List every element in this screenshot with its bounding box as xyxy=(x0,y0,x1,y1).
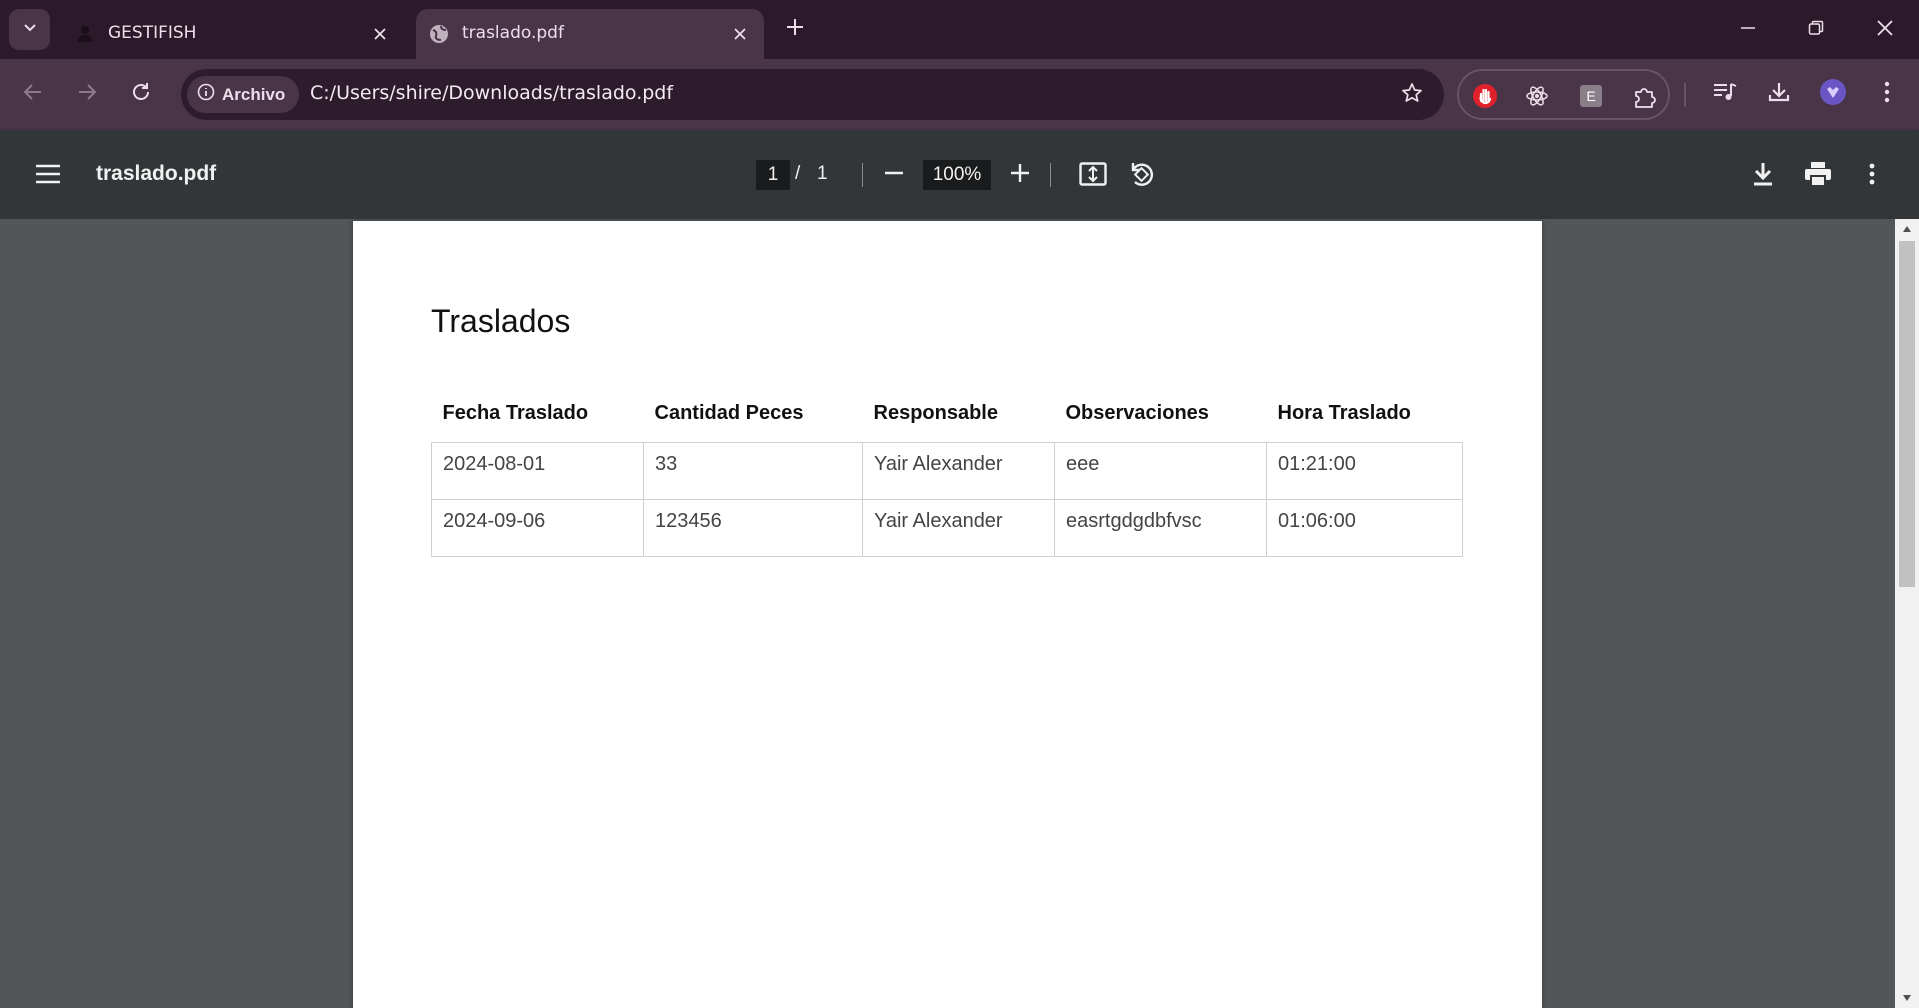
restore-button[interactable] xyxy=(1794,12,1838,48)
reload-button[interactable] xyxy=(124,77,158,111)
toolbar-divider xyxy=(1050,163,1051,187)
pdf-page: Traslados Fecha Traslado Cantidad Peces … xyxy=(353,221,1542,1008)
site-chip-label: Archivo xyxy=(222,84,286,104)
minimize-button[interactable] xyxy=(1726,12,1770,48)
tab-title: traslado.pdf xyxy=(462,23,564,43)
kebab-menu-icon xyxy=(1868,163,1876,190)
arrow-right-icon xyxy=(76,81,98,108)
download-icon xyxy=(1751,161,1775,192)
pdf-toolbar: traslado.pdf 1 / 1 100% xyxy=(0,130,1919,219)
stop-hand-icon[interactable] xyxy=(1471,82,1499,110)
table-cell: 123456 xyxy=(643,498,863,557)
scroll-up-arrow-icon[interactable] xyxy=(1895,219,1919,239)
pdf-sidebar-toggle[interactable] xyxy=(31,159,65,193)
table-cell: 2024-08-01 xyxy=(431,441,644,500)
table-row: 2024-08-01 33 Yair Alexander eee 01:21:0… xyxy=(431,441,1463,500)
browser-toolbar: Archivo C:/Users/shire/Downloads/traslad… xyxy=(0,59,1919,130)
close-icon xyxy=(1876,19,1894,42)
star-icon xyxy=(1401,82,1423,109)
downloads-button[interactable] xyxy=(1762,77,1796,111)
table-cell: Yair Alexander xyxy=(862,441,1055,500)
info-icon xyxy=(197,83,215,106)
url-text[interactable]: C:/Users/shire/Downloads/traslado.pdf xyxy=(310,82,673,104)
column-header: Cantidad Peces xyxy=(654,401,804,424)
toolbar-separator xyxy=(1684,83,1686,107)
restore-icon xyxy=(1808,20,1824,41)
traslados-table: Fecha Traslado Cantidad Peces Responsabl… xyxy=(431,385,1463,557)
media-control-button[interactable] xyxy=(1708,77,1742,111)
table-cell: 2024-09-06 xyxy=(431,498,644,557)
forward-button[interactable] xyxy=(70,77,104,111)
page-number-input[interactable]: 1 xyxy=(756,160,790,190)
rotate-button[interactable] xyxy=(1123,158,1159,194)
zoom-out-button[interactable] xyxy=(877,158,911,192)
site-info-chip[interactable]: Archivo xyxy=(187,76,299,113)
bookmark-button[interactable] xyxy=(1398,81,1426,109)
table-row: 2024-09-06 123456 Yair Alexander easrtgd… xyxy=(431,498,1463,557)
tab-strip: GESTIFISH traslado.pdf xyxy=(0,0,1919,59)
scroll-down-arrow-icon[interactable] xyxy=(1895,988,1919,1008)
minus-icon xyxy=(884,163,904,188)
tab-title: GESTIFISH xyxy=(108,23,197,43)
fit-to-page-button[interactable] xyxy=(1075,158,1111,194)
pdf-viewport[interactable]: Traslados Fecha Traslado Cantidad Peces … xyxy=(0,219,1919,1008)
avatar xyxy=(1819,78,1847,111)
arrow-left-icon xyxy=(22,81,44,108)
tab-search-button[interactable] xyxy=(9,9,50,50)
tab-traslado-pdf[interactable]: traslado.pdf xyxy=(416,9,764,59)
atom-icon[interactable] xyxy=(1523,82,1551,110)
column-header: Responsable xyxy=(873,401,998,424)
vertical-scrollbar[interactable] xyxy=(1895,219,1919,1008)
toolbar-divider xyxy=(862,163,863,187)
table-cell: eee xyxy=(1054,441,1267,500)
page-total: 1 xyxy=(817,163,828,184)
zoom-level-input[interactable]: 100% xyxy=(923,160,991,190)
minimize-icon xyxy=(1740,20,1756,41)
e-letter-icon[interactable]: E xyxy=(1577,82,1605,110)
extensions-group: E xyxy=(1457,69,1670,120)
rotate-counterclockwise-icon xyxy=(1127,160,1155,193)
kebab-menu-icon xyxy=(1883,81,1891,108)
puzzle-icon[interactable] xyxy=(1631,82,1659,110)
plus-icon xyxy=(786,18,804,41)
table-cell: Yair Alexander xyxy=(862,498,1055,557)
chevron-down-icon xyxy=(22,19,38,40)
reload-icon xyxy=(130,81,152,108)
scrollbar-thumb[interactable] xyxy=(1899,241,1915,587)
table-cell: easrtgdgdbfvsc xyxy=(1054,498,1267,557)
person-icon xyxy=(74,23,96,45)
playlist-music-icon xyxy=(1712,80,1738,109)
column-header: Hora Traslado xyxy=(1277,401,1411,424)
document-heading: Traslados xyxy=(431,303,571,339)
table-cell: 01:21:00 xyxy=(1266,441,1463,500)
pdf-file-name: traslado.pdf xyxy=(96,162,217,185)
zoom-in-button[interactable] xyxy=(1003,158,1037,192)
printer-icon xyxy=(1804,161,1832,192)
pdf-download-button[interactable] xyxy=(1745,158,1781,194)
address-bar[interactable]: Archivo C:/Users/shire/Downloads/traslad… xyxy=(181,69,1444,120)
column-header: Observaciones xyxy=(1065,401,1209,424)
download-icon xyxy=(1767,80,1791,109)
browser-menu-button[interactable] xyxy=(1870,77,1904,111)
close-window-button[interactable] xyxy=(1863,12,1907,48)
table-header-row: Fecha Traslado Cantidad Peces Responsabl… xyxy=(432,385,1463,442)
plus-icon xyxy=(1010,163,1030,188)
pdf-more-actions-button[interactable] xyxy=(1854,158,1890,194)
print-button[interactable] xyxy=(1800,158,1836,194)
back-button[interactable] xyxy=(16,77,50,111)
globe-icon xyxy=(428,23,450,45)
page-separator: / xyxy=(795,163,801,184)
close-tab-icon[interactable] xyxy=(726,20,754,48)
column-header: Fecha Traslado xyxy=(442,401,589,424)
hamburger-icon xyxy=(35,163,61,190)
tab-gestifish[interactable]: GESTIFISH xyxy=(62,9,404,59)
table-cell: 33 xyxy=(643,441,863,500)
table-cell: 01:06:00 xyxy=(1266,498,1463,557)
profile-button[interactable] xyxy=(1816,77,1850,111)
new-tab-button[interactable] xyxy=(780,14,810,44)
fit-page-icon xyxy=(1079,161,1107,191)
svg-text:E: E xyxy=(1586,88,1595,104)
close-tab-icon[interactable] xyxy=(366,20,394,48)
